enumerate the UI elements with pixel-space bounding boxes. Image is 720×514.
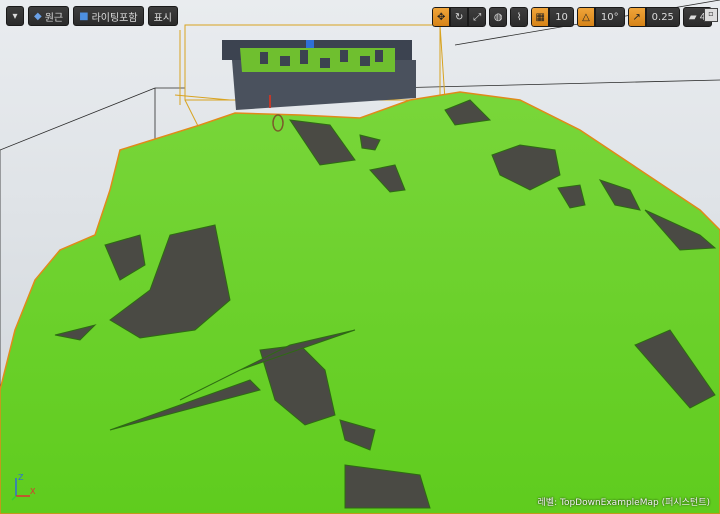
lit-cube-icon: ■: [79, 10, 89, 22]
grid-snap-group: ▦ 10: [531, 7, 574, 27]
transform-mode-group: ✥ ↻ ⤢: [432, 7, 487, 27]
coordinate-system-button[interactable]: ◍: [489, 7, 508, 27]
scale-arrow-icon: ↗: [632, 11, 641, 23]
scale-icon: ⤢: [473, 11, 482, 23]
perspective-icon: ◆: [34, 10, 42, 22]
perspective-button[interactable]: ◆ 원근: [28, 6, 70, 26]
show-button[interactable]: 표시: [147, 6, 178, 26]
surface-snap-icon: ⌇: [516, 11, 522, 23]
scene-render: [0, 0, 720, 514]
surface-snap-group: ⌇: [510, 7, 529, 27]
scale-snap-value[interactable]: 0.25: [645, 7, 680, 27]
viewport-toolbar-right: ✥ ↻ ⤢ ◍ ⌇ ▦ 10 △ 10° ↗ 0.25 ▰ 4: [432, 6, 712, 28]
viewport-options-button[interactable]: ▾: [6, 6, 24, 26]
rotation-snap-group: △ 10°: [576, 7, 625, 27]
axis-x-label: X: [30, 487, 36, 496]
surface-snapping-button[interactable]: ⌇: [510, 7, 529, 27]
current-level-label: 레벨: TopDownExampleMap (퍼시스턴트): [537, 498, 710, 508]
viewport-toolbar-left: ▾ ◆ 원근 ■ 라이팅포함 표시: [6, 6, 178, 26]
globe-icon: ◍: [493, 11, 503, 23]
maximize-viewport-button[interactable]: ▫: [704, 8, 718, 22]
grid-snap-toggle[interactable]: ▦: [531, 7, 550, 27]
rotate-icon: ↻: [454, 11, 464, 23]
rotation-snap-toggle[interactable]: △: [576, 7, 595, 27]
rotation-snap-value[interactable]: 10°: [594, 7, 625, 27]
arena-building: [222, 40, 416, 110]
level-viewport[interactable]: ▾ ◆ 원근 ■ 라이팅포함 표시 ✥ ↻ ⤢ ◍ ⌇ ▦ 10 △ 10° ↗…: [0, 0, 720, 514]
terrain-landscape: [0, 91, 720, 514]
axis-z-label: Z: [18, 473, 24, 482]
translate-mode-button[interactable]: ✥: [432, 7, 451, 27]
grid-icon: ▦: [535, 11, 545, 23]
scale-snap-toggle[interactable]: ↗: [627, 7, 646, 27]
maximize-icon: ▫: [708, 9, 714, 18]
axis-gizmo: Z X: [11, 473, 36, 501]
chevron-down-icon: ▾: [12, 10, 18, 22]
rotate-mode-button[interactable]: ↻: [450, 7, 469, 27]
camera-icon: ▰: [688, 11, 697, 23]
move-arrows-icon: ✥: [436, 11, 446, 23]
view-mode-button[interactable]: ■ 라이팅포함: [73, 6, 144, 26]
scale-snap-group: ↗ 0.25: [627, 7, 680, 27]
grid-snap-value[interactable]: 10: [549, 7, 574, 27]
angle-icon: △: [582, 11, 590, 23]
scale-mode-button[interactable]: ⤢: [468, 7, 487, 27]
